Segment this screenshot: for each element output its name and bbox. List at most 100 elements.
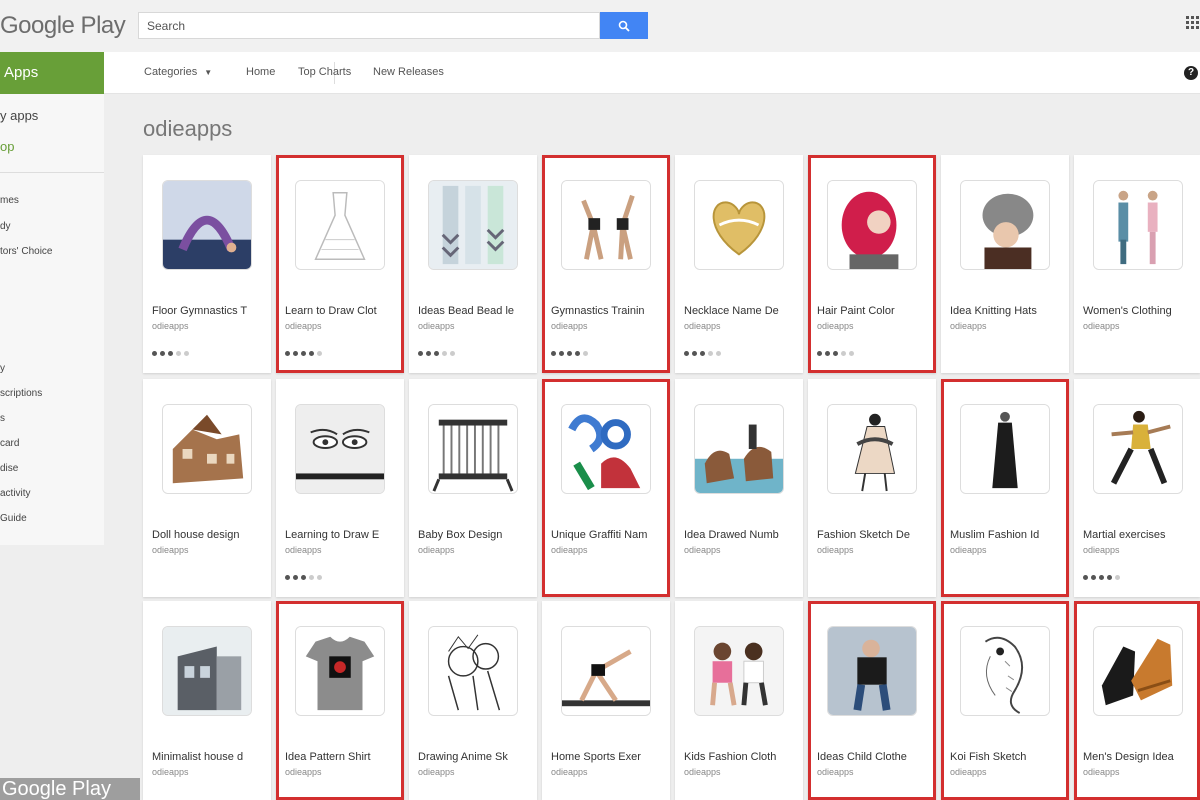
app-title[interactable]: Doll house design — [152, 529, 264, 541]
nav-link-top-charts[interactable]: Top Charts — [298, 66, 351, 78]
app-card[interactable]: Koi Fish Sketch odieapps — [941, 601, 1069, 800]
app-title[interactable]: Men's Design Idea — [1083, 751, 1195, 763]
search-input[interactable] — [138, 12, 600, 39]
app-developer[interactable]: odieapps — [152, 545, 189, 555]
sidebar-link-subscriptions[interactable]: scriptions — [0, 388, 42, 399]
app-title[interactable]: Martial exercises — [1083, 529, 1195, 541]
app-developer[interactable]: odieapps — [152, 767, 189, 777]
app-developer[interactable]: odieapps — [817, 321, 854, 331]
app-title[interactable]: Hair Paint Color — [817, 305, 929, 317]
app-card[interactable]: Drawing Anime Sk odieapps — [409, 601, 537, 800]
app-card[interactable]: Baby Box Design odieapps — [409, 379, 537, 597]
sidebar-link-play-activity[interactable]: activity — [0, 488, 31, 499]
sidebar-link-my-apps[interactable]: y apps — [0, 108, 38, 123]
app-title[interactable]: Gymnastics Trainin — [551, 305, 663, 317]
app-title[interactable]: Ideas Bead Bead le — [418, 305, 530, 317]
sidebar-link-redeem[interactable]: s — [0, 413, 5, 424]
sidebar-link-wishlist[interactable]: dise — [0, 463, 18, 474]
app-icon[interactable] — [694, 626, 784, 716]
app-developer[interactable]: odieapps — [950, 545, 987, 555]
app-title[interactable]: Floor Gymnastics T — [152, 305, 264, 317]
app-developer[interactable]: odieapps — [1083, 321, 1120, 331]
app-developer[interactable]: odieapps — [551, 545, 588, 555]
categories-dropdown[interactable]: Categories ▼ — [144, 66, 212, 78]
app-card[interactable]: Floor Gymnastics T odieapps — [143, 155, 271, 373]
app-icon[interactable] — [1093, 404, 1183, 494]
sidebar-link-shop[interactable]: op — [0, 139, 14, 154]
app-card[interactable]: Home Sports Exer odieapps — [542, 601, 670, 800]
app-title[interactable]: Idea Drawed Numb — [684, 529, 796, 541]
app-title[interactable]: Home Sports Exer — [551, 751, 663, 763]
app-developer[interactable]: odieapps — [285, 545, 322, 555]
app-icon[interactable] — [162, 180, 252, 270]
app-icon[interactable] — [162, 404, 252, 494]
app-icon[interactable] — [694, 404, 784, 494]
apps-grid-icon[interactable] — [1186, 16, 1200, 30]
app-card[interactable]: Women's Clothing odieapps — [1074, 155, 1200, 373]
google-play-logo[interactable]: Google Play — [0, 12, 126, 40]
app-card[interactable]: Learning to Draw E odieapps — [276, 379, 404, 597]
app-card[interactable]: Muslim Fashion Id odieapps — [941, 379, 1069, 597]
app-developer[interactable]: odieapps — [285, 321, 322, 331]
app-developer[interactable]: odieapps — [817, 545, 854, 555]
app-card[interactable]: Doll house design odieapps — [143, 379, 271, 597]
app-icon[interactable] — [295, 404, 385, 494]
app-card[interactable]: Idea Drawed Numb odieapps — [675, 379, 803, 597]
app-icon[interactable] — [1093, 180, 1183, 270]
app-icon[interactable] — [295, 180, 385, 270]
app-icon[interactable] — [827, 404, 917, 494]
app-icon[interactable] — [561, 626, 651, 716]
app-icon[interactable] — [960, 626, 1050, 716]
app-developer[interactable]: odieapps — [551, 767, 588, 777]
app-card[interactable]: Ideas Child Clothe odieapps — [808, 601, 936, 800]
app-title[interactable]: Idea Knitting Hats — [950, 305, 1062, 317]
app-developer[interactable]: odieapps — [551, 321, 588, 331]
app-icon[interactable] — [827, 180, 917, 270]
app-developer[interactable]: odieapps — [418, 767, 455, 777]
app-icon[interactable] — [428, 180, 518, 270]
sidebar-link-games[interactable]: mes — [0, 195, 19, 206]
sidebar-link-family[interactable]: dy — [0, 221, 11, 232]
sidebar-link-parent-guide[interactable]: Guide — [0, 513, 27, 524]
app-card[interactable]: Men's Design Idea odieapps — [1074, 601, 1200, 800]
app-title[interactable]: Unique Graffiti Nam — [551, 529, 663, 541]
app-title[interactable]: Necklace Name De — [684, 305, 796, 317]
help-icon[interactable]: ? — [1184, 66, 1198, 80]
app-title[interactable]: Minimalist house d — [152, 751, 264, 763]
app-card[interactable]: Idea Pattern Shirt odieapps — [276, 601, 404, 800]
app-title[interactable]: Muslim Fashion Id — [950, 529, 1062, 541]
sidebar-link-editors-choice[interactable]: tors' Choice — [0, 246, 53, 257]
app-card[interactable]: Fashion Sketch De odieapps — [808, 379, 936, 597]
app-title[interactable]: Women's Clothing — [1083, 305, 1195, 317]
app-title[interactable]: Learning to Draw E — [285, 529, 397, 541]
app-title[interactable]: Ideas Child Clothe — [817, 751, 929, 763]
app-icon[interactable] — [960, 180, 1050, 270]
app-card[interactable]: Gymnastics Trainin odieapps — [542, 155, 670, 373]
app-icon[interactable] — [561, 180, 651, 270]
app-card[interactable]: Hair Paint Color odieapps — [808, 155, 936, 373]
app-icon[interactable] — [295, 626, 385, 716]
app-card[interactable]: Unique Graffiti Nam odieapps — [542, 379, 670, 597]
app-title[interactable]: Kids Fashion Cloth — [684, 751, 796, 763]
sidebar-tab-apps[interactable]: Apps — [0, 52, 104, 94]
app-developer[interactable]: odieapps — [418, 321, 455, 331]
nav-link-home[interactable]: Home — [246, 66, 275, 78]
app-card[interactable]: Learn to Draw Clot odieapps — [276, 155, 404, 373]
app-developer[interactable]: odieapps — [684, 767, 721, 777]
app-card[interactable]: Idea Knitting Hats odieapps — [941, 155, 1069, 373]
app-card[interactable]: Necklace Name De odieapps — [675, 155, 803, 373]
search-button[interactable] — [600, 12, 648, 39]
app-developer[interactable]: odieapps — [684, 321, 721, 331]
app-card[interactable]: Kids Fashion Cloth odieapps — [675, 601, 803, 800]
app-title[interactable]: Idea Pattern Shirt — [285, 751, 397, 763]
app-card[interactable]: Minimalist house d odieapps — [143, 601, 271, 800]
app-title[interactable]: Drawing Anime Sk — [418, 751, 530, 763]
app-developer[interactable]: odieapps — [684, 545, 721, 555]
app-icon[interactable] — [1093, 626, 1183, 716]
app-card[interactable]: Ideas Bead Bead le odieapps — [409, 155, 537, 373]
app-developer[interactable]: odieapps — [418, 545, 455, 555]
app-developer[interactable]: odieapps — [1083, 545, 1120, 555]
app-icon[interactable] — [162, 626, 252, 716]
app-title[interactable]: Koi Fish Sketch — [950, 751, 1062, 763]
sidebar-link-gift-card[interactable]: card — [0, 438, 19, 449]
